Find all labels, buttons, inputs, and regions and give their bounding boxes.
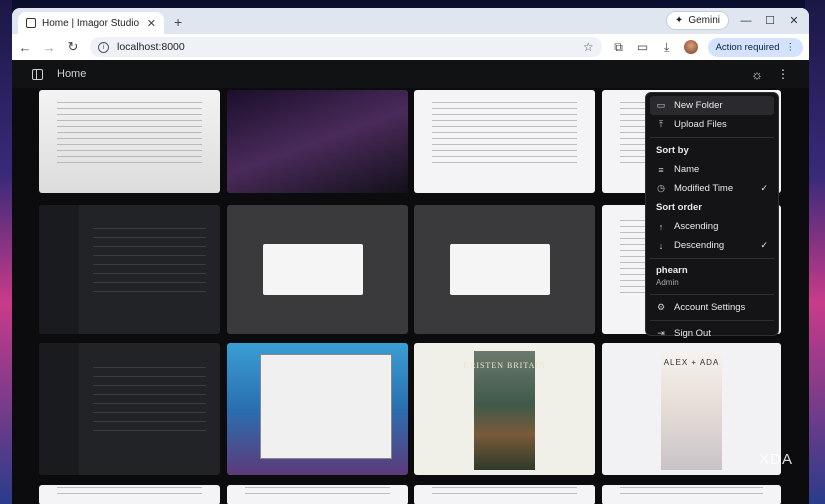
app-header: Home ☼ ⋮ [12,60,809,88]
image-thumbnail[interactable] [39,205,220,334]
action-required-button[interactable]: Action required ⋮ [707,37,803,57]
gemini-icon: ✦ [674,15,684,26]
book-cover-title: ALEX + ADA [663,357,720,367]
address-bar[interactable]: i localhost:8000 ☆ [90,37,602,57]
image-thumbnail[interactable] [227,90,408,193]
menu-item-descending[interactable]: ↓ Descending ✓ [650,236,774,255]
image-thumbnail[interactable]: ALEX + ADA [602,343,781,475]
menu-divider [650,320,774,321]
upload-icon: ⤒ [659,119,663,129]
close-tab-icon[interactable]: ✕ [147,17,156,30]
url-text: localhost:8000 [117,41,185,53]
user-role: Admin [656,278,679,287]
check-icon: ✓ [760,183,768,193]
extensions-icon[interactable]: ⧉ [612,40,626,55]
user-name: phearn [656,265,688,276]
profile-avatar[interactable] [683,40,698,54]
sort-descending-icon: ↓ [658,240,664,251]
browser-tab[interactable]: Home | Imagor Studio ✕ [18,12,164,34]
menu-divider [650,258,774,259]
site-info-icon[interactable]: i [98,41,109,53]
image-thumbnail[interactable] [227,205,408,334]
sort-ascending-icon: ↑ [658,221,664,232]
app-dropdown-menu: ▭ New Folder ⤒ Upload Files Sort by ≡ Na… [645,92,779,339]
bookmark-star-icon[interactable]: ☆ [583,40,594,54]
menu-item-upload-files[interactable]: ⤒ Upload Files [650,115,774,134]
image-thumbnail[interactable] [39,343,220,475]
minimize-icon[interactable]: — [739,15,753,27]
gemini-label: Gemini [688,15,720,26]
user-info: phearn Admin [650,262,774,291]
xda-watermark: XDA [759,451,793,468]
gemini-button[interactable]: ✦ Gemini [665,11,729,30]
book-cover-title: KRISTEN BRITAIN [463,361,546,371]
download-icon[interactable]: ⤓ [660,40,674,55]
menu-item-sort-modified[interactable]: ◷ Modified Time ✓ [650,179,774,198]
tab-strip: Home | Imagor Studio ✕ + ✦ Gemini — ☐ ✕ [12,8,809,34]
media-cast-icon[interactable]: ▭ [636,40,650,54]
image-thumbnail[interactable] [227,343,408,475]
sort-by-heading: Sort by [656,145,689,156]
menu-item-account-settings[interactable]: ⚙ Account Settings [650,298,774,317]
folder-plus-icon: ▭ [656,100,666,110]
sidebar-toggle-icon[interactable] [32,68,43,80]
check-icon: ✓ [760,240,768,250]
browser-window: Home | Imagor Studio ✕ + ✦ Gemini — ☐ ✕ … [12,8,809,504]
app-menu-icon[interactable]: ⋮ [777,67,789,81]
new-tab-icon[interactable]: + [174,14,182,30]
more-vert-icon[interactable]: ⋮ [786,42,796,53]
menu-item-sort-name[interactable]: ≡ Name [650,160,774,179]
clock-icon: ◷ [657,183,665,193]
desktop-wallpaper-left [0,0,12,504]
image-thumbnail[interactable] [39,485,220,504]
sort-order-heading: Sort order [656,202,702,213]
back-icon[interactable]: ← [18,40,32,55]
image-thumbnail[interactable] [414,90,595,193]
reload-icon[interactable]: ↻ [66,39,80,55]
close-window-icon[interactable]: ✕ [787,14,801,27]
menu-item-ascending[interactable]: ↑ Ascending [650,217,774,236]
text-icon: ≡ [658,164,664,175]
image-thumbnail[interactable] [39,90,220,193]
image-thumbnail[interactable] [602,485,781,504]
menu-item-new-folder[interactable]: ▭ New Folder [650,96,774,115]
image-thumbnail[interactable] [414,485,595,504]
menu-divider [650,294,774,295]
page-title: Home [57,68,87,80]
tab-title: Home | Imagor Studio [42,17,140,29]
image-thumbnail[interactable] [414,205,595,334]
maximize-icon[interactable]: ☐ [763,14,777,27]
gear-icon: ⚙ [656,302,666,312]
menu-divider [650,137,774,138]
theme-toggle-icon[interactable]: ☼ [751,67,763,82]
image-thumbnail[interactable]: KRISTEN BRITAIN [414,343,595,475]
sign-out-icon: ⇥ [657,328,665,338]
browser-toolbar: ← → ↻ i localhost:8000 ☆ ⧉ ▭ ⤓ Action re… [12,34,809,60]
action-required-label: Action required [715,41,780,53]
image-icon [26,18,36,28]
menu-item-sign-out[interactable]: ⇥ Sign Out [650,324,774,343]
imagor-studio-app: Home ☼ ⋮ KRISTEN BRITAIN ALEX + ADA ▭ Ne… [12,60,809,504]
image-thumbnail[interactable] [227,485,408,504]
forward-icon[interactable]: → [42,40,56,55]
